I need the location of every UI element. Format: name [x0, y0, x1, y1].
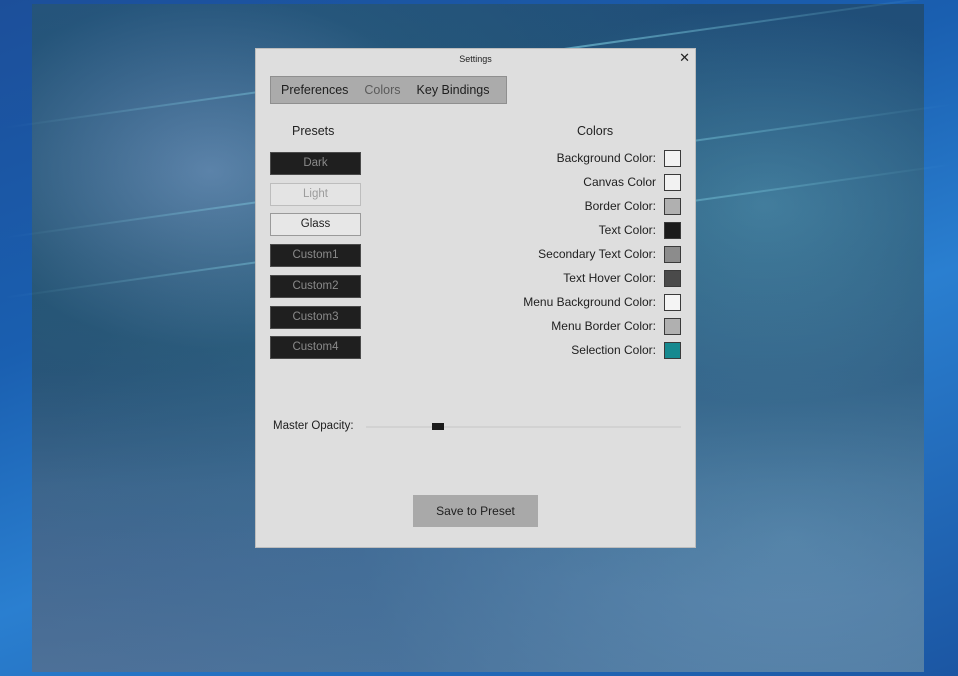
color-swatch[interactable]: [664, 221, 681, 239]
dialog-title: Settings: [459, 54, 492, 64]
color-swatch[interactable]: [664, 173, 681, 191]
preset-button-custom2[interactable]: Custom2: [270, 274, 361, 298]
close-icon[interactable]: ✕: [679, 50, 690, 66]
color-label: Secondary Text Color:: [538, 247, 656, 261]
master-opacity-slider[interactable]: [366, 426, 681, 428]
color-label: Background Color:: [556, 151, 656, 165]
color-row: Text Hover Color:: [563, 268, 681, 288]
tab-preferences[interactable]: Preferences: [271, 83, 358, 97]
color-swatch[interactable]: [664, 245, 681, 263]
color-label: Text Hover Color:: [563, 271, 656, 285]
color-swatch[interactable]: [664, 293, 681, 311]
color-row: Border Color:: [585, 196, 681, 216]
preset-button-custom3[interactable]: Custom3: [270, 305, 361, 329]
settings-dialog: Settings ✕ Preferences Colors Key Bindin…: [255, 48, 696, 548]
color-row: Canvas Color: [583, 172, 681, 192]
preset-button-glass[interactable]: Glass: [270, 213, 361, 237]
preset-button-light[interactable]: Light: [270, 182, 361, 206]
preset-button-custom4[interactable]: Custom4: [270, 336, 361, 360]
color-row: Selection Color:: [571, 340, 681, 360]
color-swatch[interactable]: [664, 197, 681, 215]
color-swatch[interactable]: [664, 269, 681, 287]
color-label: Selection Color:: [571, 343, 656, 357]
tab-key-bindings[interactable]: Key Bindings: [407, 83, 500, 97]
color-swatch[interactable]: [664, 341, 681, 359]
color-row: Background Color:: [557, 148, 681, 168]
color-row: Menu Border Color:: [551, 316, 681, 336]
master-opacity-slider-handle[interactable]: [432, 423, 445, 430]
colors-heading: Colors: [577, 124, 614, 138]
preset-button-custom1[interactable]: Custom1: [270, 244, 361, 268]
color-label: Canvas Color: [583, 175, 656, 189]
color-swatch[interactable]: [664, 149, 681, 167]
color-label: Menu Background Color:: [523, 295, 656, 309]
tab-colors[interactable]: Colors: [358, 83, 406, 97]
color-label: Text Color:: [598, 223, 656, 237]
tab-bar: Preferences Colors Key Bindings: [270, 76, 507, 104]
color-label: Border Color:: [584, 199, 656, 213]
color-row: Menu Background Color:: [523, 292, 681, 312]
color-label: Menu Border Color:: [551, 319, 656, 333]
color-swatch[interactable]: [664, 317, 681, 335]
preset-button-dark[interactable]: Dark: [270, 152, 361, 175]
save-to-preset-button[interactable]: Save to Preset: [413, 495, 538, 527]
presets-heading: Presets: [292, 124, 335, 138]
master-opacity-label: Master Opacity:: [273, 420, 354, 432]
color-row: Secondary Text Color:: [538, 244, 681, 264]
color-row: Text Color:: [599, 220, 681, 240]
